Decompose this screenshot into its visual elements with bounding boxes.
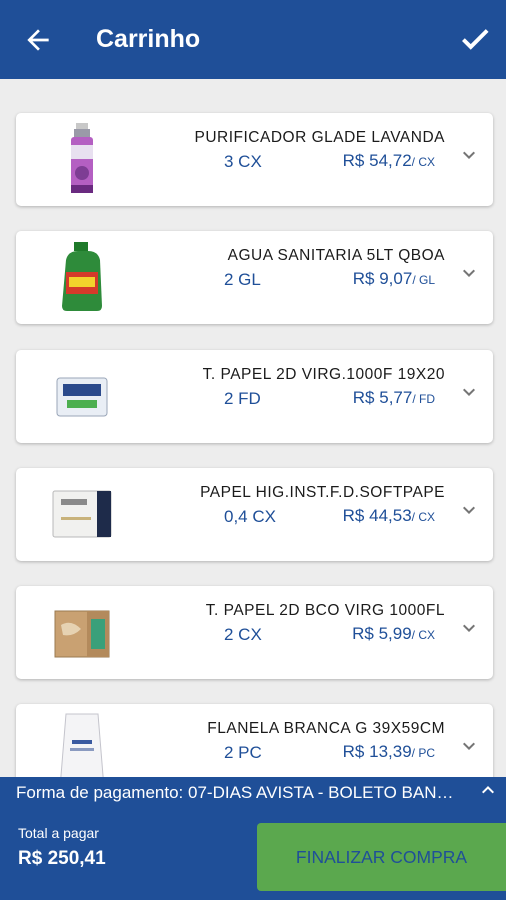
product-price: R$ 44,53/ CX [343,506,435,526]
total-value: R$ 250,41 [18,848,106,869]
payment-method-value: 07-DIAS AVISTA - BOLETO BANCARIO [188,783,456,802]
product-quantity: 2 PC [224,743,262,762]
product-quantity: 0,4 CX [224,507,276,526]
price-unit: / CX [411,628,435,642]
price-value: R$ 13,39 [342,742,412,761]
product-quantity: 2 FD [224,389,261,408]
price-unit: / PC [411,746,435,760]
price-value: R$ 54,72 [342,151,412,170]
cart-item[interactable]: PURIFICADOR GLADE LAVANDA 3 CX R$ 54,72/… [16,113,493,206]
product-image-bleach [50,239,114,315]
price-unit: / CX [411,155,435,169]
price-unit: / CX [411,510,435,524]
payment-method-selector[interactable]: Forma de pagamento: 07-DIAS AVISTA - BOL… [16,783,456,803]
page-title: Carrinho [96,25,201,53]
cart-item[interactable]: AGUA SANITARIA 5LT QBOA 2 GL R$ 9,07/ GL [16,231,493,324]
product-image-cardboard-box [50,594,114,670]
product-quantity: 2 CX [224,625,262,644]
chevron-down-icon[interactable] [457,498,481,522]
cart-item[interactable]: PAPEL HIG.INST.F.D.SOFTPAPE 0,4 CX R$ 44… [16,468,493,561]
cart-item-list[interactable]: PURIFICADOR GLADE LAVANDA 3 CX R$ 54,72/… [0,79,506,777]
total-label: Total a pagar [18,825,99,841]
product-name: AGUA SANITARIA 5LT QBOA [227,247,445,264]
app-bar: Carrinho [0,0,506,79]
product-name: T. PAPEL 2D VIRG.1000F 19X20 [202,366,445,383]
product-quantity: 2 GL [224,270,261,289]
payment-method-label: Forma de pagamento: [16,783,184,802]
product-name: PURIFICADOR GLADE LAVANDA [194,129,445,146]
arrow-left-icon[interactable] [22,24,54,56]
product-name: PAPEL HIG.INST.F.D.SOFTPAPE [200,484,445,501]
price-unit: / GL [412,273,435,287]
cart-item[interactable]: T. PAPEL 2D VIRG.1000F 19X20 2 FD R$ 5,7… [16,350,493,443]
product-price: R$ 5,77/ FD [353,388,435,408]
check-icon[interactable] [456,22,494,56]
product-quantity: 3 CX [224,152,262,171]
price-value: R$ 9,07 [352,269,413,288]
checkout-footer: Forma de pagamento: 07-DIAS AVISTA - BOL… [0,777,506,900]
product-name: T. PAPEL 2D BCO VIRG 1000FL [205,602,445,619]
price-value: R$ 5,77 [352,388,413,407]
product-image-flannel-bag [50,712,114,777]
chevron-down-icon[interactable] [457,616,481,640]
product-price: R$ 13,39/ PC [343,742,435,762]
product-price: R$ 54,72/ CX [343,151,435,171]
chevron-down-icon[interactable] [457,734,481,758]
price-unit: / FD [412,392,435,406]
finish-purchase-button[interactable]: FINALIZAR COMPRA [257,823,506,891]
product-image-air-freshener [50,121,114,197]
cart-item[interactable]: T. PAPEL 2D BCO VIRG 1000FL 2 CX R$ 5,99… [16,586,493,679]
price-value: R$ 44,53 [342,506,412,525]
chevron-down-icon[interactable] [457,380,481,404]
price-value: R$ 5,99 [352,624,412,643]
product-image-paper-towel [50,358,114,434]
product-price: R$ 5,99/ CX [352,624,435,644]
chevron-down-icon[interactable] [457,143,481,167]
product-name: FLANELA BRANCA G 39X59CM [207,720,445,737]
product-image-tissue-box [50,476,114,552]
chevron-down-icon[interactable] [457,261,481,285]
chevron-up-icon[interactable] [476,778,500,802]
cart-item[interactable]: FLANELA BRANCA G 39X59CM 2 PC R$ 13,39/ … [16,704,493,777]
product-price: R$ 9,07/ GL [353,269,435,289]
